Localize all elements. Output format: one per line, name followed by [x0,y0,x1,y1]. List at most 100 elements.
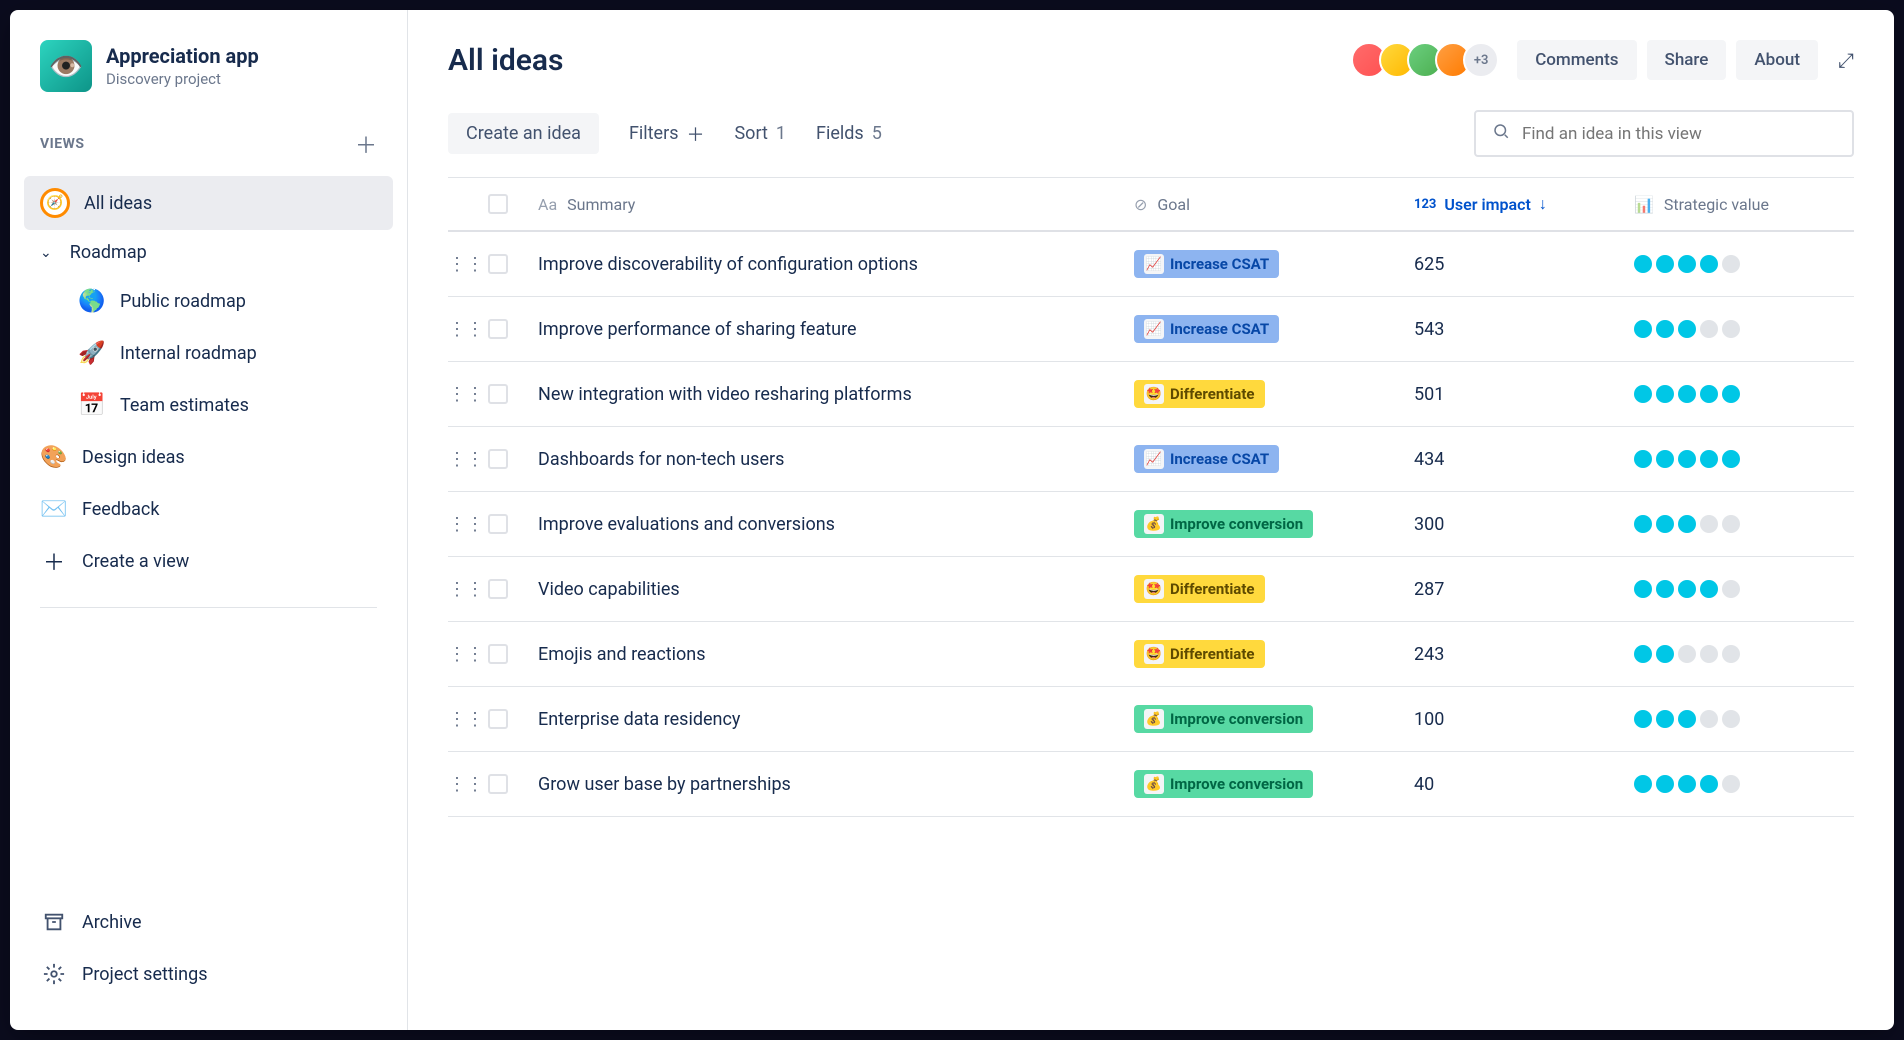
column-strategic[interactable]: 📊 Strategic value [1634,195,1854,214]
select-all-checkbox[interactable] [488,194,508,214]
column-summary[interactable]: Aa Summary [538,195,1134,214]
sidebar-footer: Archive Project settings [10,896,407,1000]
search-icon [1492,122,1510,145]
nav-label: Design ideas [82,447,185,468]
table-row[interactable]: ⋮⋮ Grow user base by partnerships 💰Impro… [448,752,1854,817]
column-goal[interactable]: ⊘ Goal [1134,195,1414,214]
strategic-dot [1700,710,1718,728]
drag-handle-icon[interactable]: ⋮⋮ [448,449,484,470]
row-impact: 243 [1414,644,1634,665]
table-header: Aa Summary ⊘ Goal 123 User impact ↓ 📊 St… [448,178,1854,232]
column-impact[interactable]: 123 User impact ↓ [1414,194,1634,214]
row-impact: 434 [1414,449,1634,470]
strategic-dot [1722,515,1740,533]
nav-label: Team estimates [120,395,249,416]
table-row[interactable]: ⋮⋮ Improve evaluations and conversions 💰… [448,492,1854,557]
strategic-dot [1700,645,1718,663]
create-idea-button[interactable]: Create an idea [448,113,599,154]
drag-handle-icon[interactable]: ⋮⋮ [448,384,484,405]
strategic-dots [1634,255,1740,273]
search-box[interactable] [1474,110,1854,157]
sidebar-item-archive[interactable]: Archive [10,896,407,948]
table-row[interactable]: ⋮⋮ Improve performance of sharing featur… [448,297,1854,362]
goal-badge-label: Increase CSAT [1170,450,1269,468]
row-impact: 625 [1414,254,1634,275]
sidebar-item-all-ideas[interactable]: 🧭 All ideas [24,176,393,230]
gear-icon [40,960,68,988]
sort-label: Sort [734,123,767,144]
strategic-dot [1634,450,1652,468]
strategic-dot [1722,255,1740,273]
col-label: Goal [1157,195,1190,214]
row-checkbox[interactable] [488,254,508,274]
row-summary: Improve performance of sharing feature [538,319,1134,340]
sidebar-item-feedback[interactable]: ✉️ Feedback [10,483,407,535]
sidebar-item-roadmap[interactable]: ⌄ Roadmap [10,230,407,275]
sidebar-item-internal-roadmap[interactable]: 🚀 Internal roadmap [10,327,407,379]
strategic-dot [1634,385,1652,403]
strategic-dot [1656,515,1674,533]
about-button[interactable]: About [1736,40,1818,80]
strategic-dot [1656,775,1674,793]
drag-handle-icon[interactable]: ⋮⋮ [448,709,484,730]
row-checkbox[interactable] [488,579,508,599]
drag-handle-icon[interactable]: ⋮⋮ [448,644,484,665]
views-header: VIEWS ＋ [10,128,407,160]
envelope-icon: ✉️ [40,495,68,523]
share-button[interactable]: Share [1647,40,1727,80]
sidebar-item-settings[interactable]: Project settings [10,948,407,1000]
drag-handle-icon[interactable]: ⋮⋮ [448,579,484,600]
row-checkbox[interactable] [488,514,508,534]
sidebar-item-public-roadmap[interactable]: 🌎 Public roadmap [10,275,407,327]
row-checkbox[interactable] [488,709,508,729]
table-row[interactable]: ⋮⋮ Emojis and reactions 🤩Differentiate 2… [448,622,1854,687]
avatar-stack[interactable]: +3 [1359,42,1499,78]
drag-handle-icon[interactable]: ⋮⋮ [448,319,484,340]
row-impact: 300 [1414,514,1634,535]
row-checkbox[interactable] [488,774,508,794]
drag-handle-icon[interactable]: ⋮⋮ [448,254,484,275]
table-row[interactable]: ⋮⋮ Improve discoverability of configurat… [448,232,1854,297]
comments-button[interactable]: Comments [1517,40,1636,80]
row-checkbox[interactable] [488,384,508,404]
table-row[interactable]: ⋮⋮ New integration with video resharing … [448,362,1854,427]
compass-icon: 🧭 [40,188,70,218]
sidebar-item-team-estimates[interactable]: 📅 Team estimates [10,379,407,431]
strategic-dot [1634,645,1652,663]
table-row[interactable]: ⋮⋮ Enterprise data residency 💰Improve co… [448,687,1854,752]
expand-icon[interactable]: ⤢ [1838,48,1854,72]
avatar-more[interactable]: +3 [1463,42,1499,78]
add-view-icon[interactable]: ＋ [355,128,377,160]
row-impact: 501 [1414,384,1634,405]
strategic-dot [1722,385,1740,403]
project-icon: 👁️ [40,40,92,92]
drag-handle-icon[interactable]: ⋮⋮ [448,514,484,535]
archive-icon [40,908,68,936]
col-label: Strategic value [1664,195,1769,214]
fields-button[interactable]: Fields 5 [816,123,882,144]
sidebar-item-design-ideas[interactable]: 🎨 Design ideas [10,431,407,483]
strategic-dot [1634,580,1652,598]
sidebar-item-create-view[interactable]: ＋ Create a view [10,535,407,587]
row-checkbox[interactable] [488,644,508,664]
nav-label: Internal roadmap [120,343,257,364]
row-checkbox[interactable] [488,319,508,339]
project-subtitle: Discovery project [106,70,259,88]
fields-label: Fields [816,123,864,144]
chevron-down-icon: ⌄ [40,245,52,261]
nav-label: Public roadmap [120,291,246,312]
table-row[interactable]: ⋮⋮ Video capabilities 🤩Differentiate 287 [448,557,1854,622]
strategic-dot [1634,320,1652,338]
drag-handle-icon[interactable]: ⋮⋮ [448,774,484,795]
row-checkbox[interactable] [488,449,508,469]
search-input[interactable] [1522,124,1836,144]
strategic-dot [1722,645,1740,663]
filters-button[interactable]: Filters ＋ [629,121,705,147]
row-summary: Improve evaluations and conversions [538,514,1134,535]
sort-button[interactable]: Sort 1 [734,123,786,144]
goal-badge-icon: 🤩 [1144,384,1164,404]
strategic-dot [1656,385,1674,403]
strategic-dot [1722,450,1740,468]
strategic-dots [1634,515,1740,533]
table-row[interactable]: ⋮⋮ Dashboards for non-tech users 📈Increa… [448,427,1854,492]
